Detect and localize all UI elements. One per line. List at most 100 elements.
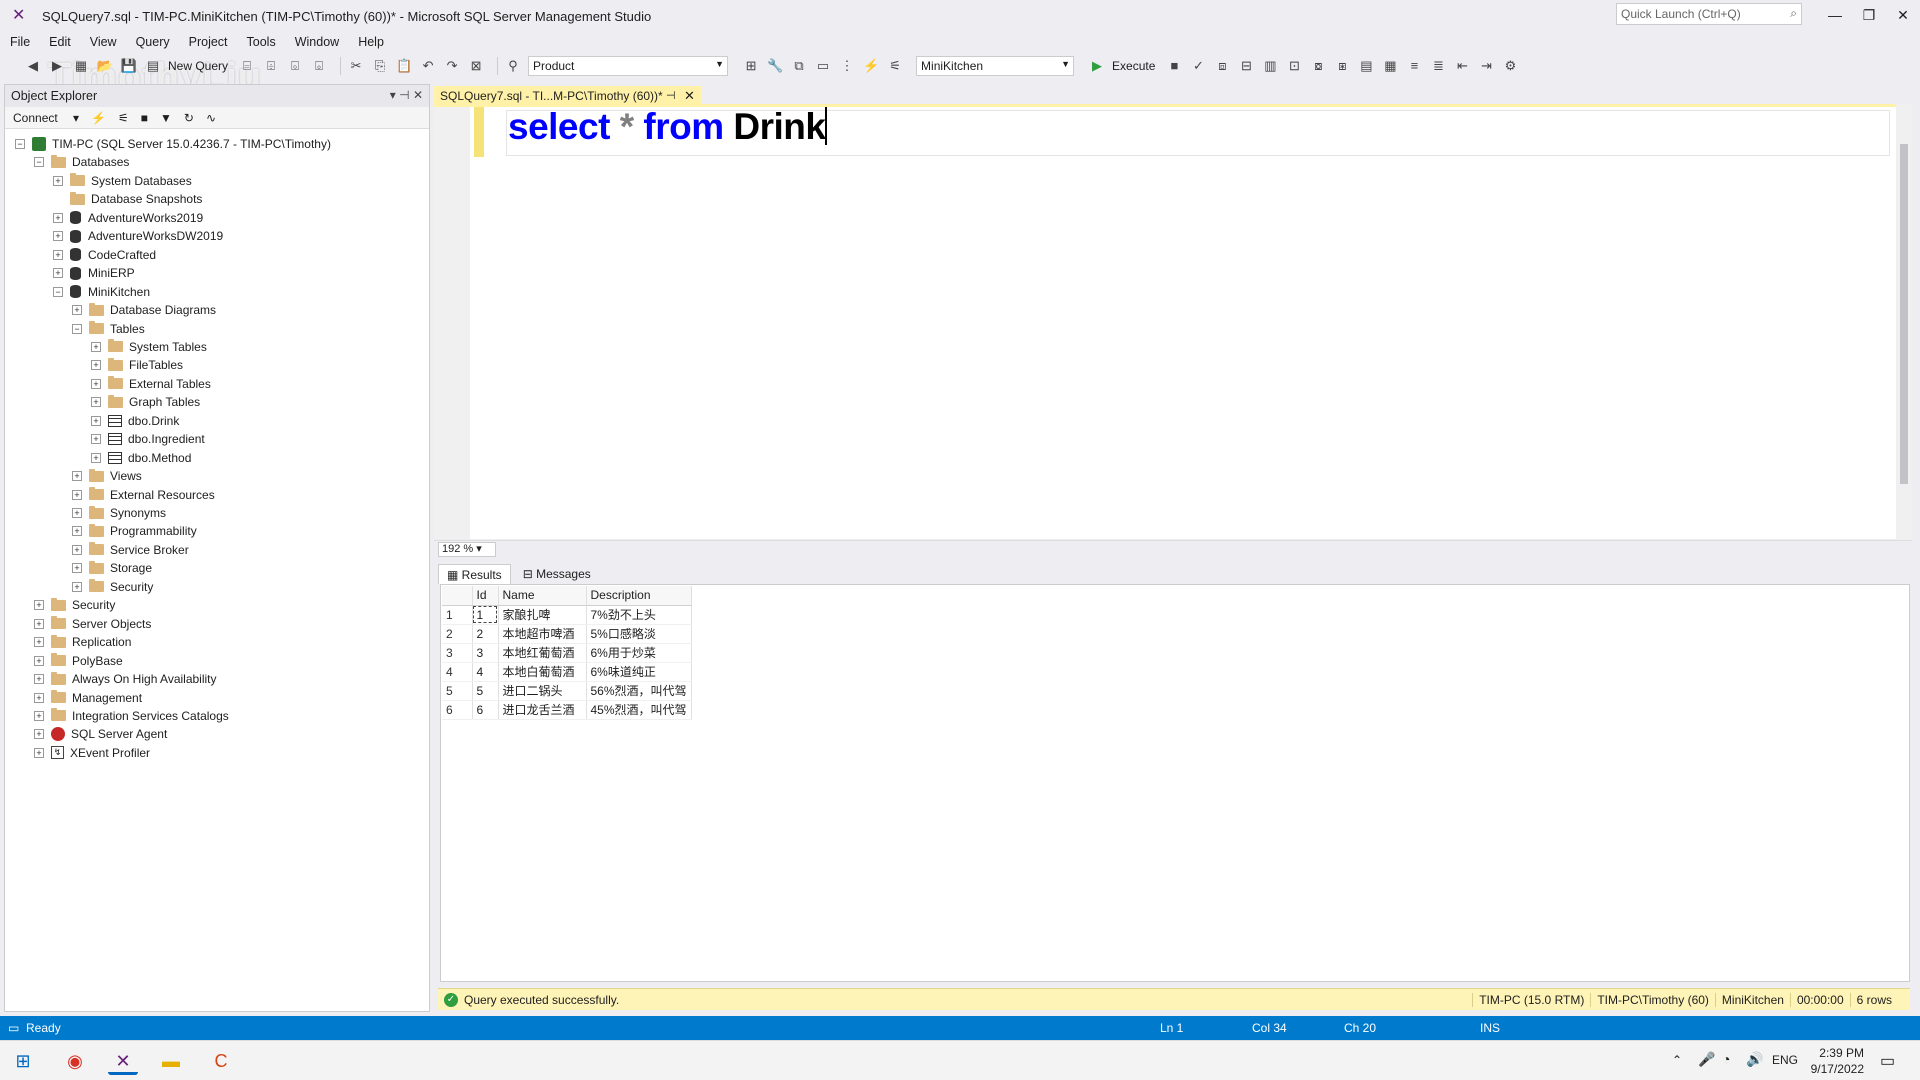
tree-node[interactable]: + Synonyms — [72, 504, 166, 522]
expand-icon[interactable]: + — [53, 268, 63, 279]
activity-monitor-icon[interactable]: ⊠ — [467, 57, 485, 75]
expand-icon[interactable]: + — [72, 544, 82, 555]
column-header[interactable]: Id — [472, 586, 499, 606]
tree-node[interactable]: − TIM-PC (SQL Server 15.0.4236.7 - TIM-PC… — [15, 135, 331, 153]
results-to-grid-icon[interactable]: ▥ — [1261, 57, 1279, 75]
grid-cell[interactable]: 3 — [472, 643, 499, 663]
tab-messages[interactable]: ⊟ Messages — [515, 564, 599, 584]
toolbox-icon[interactable]: ⧉ — [790, 57, 808, 75]
table-row[interactable]: 1 1 家酿扎啤 7%劲不上头 — [442, 605, 692, 625]
grid-cell[interactable]: 56%烈酒，叫代驾 — [586, 681, 692, 701]
tree-node[interactable]: + Storage — [72, 559, 152, 577]
dmx-icon[interactable]: ⌺ — [286, 57, 304, 75]
expand-icon[interactable]: + — [72, 471, 82, 482]
expand-icon[interactable]: + — [34, 600, 44, 611]
paste-icon[interactable]: 📋 — [395, 57, 413, 75]
chrome-icon[interactable]: ◉ — [60, 1047, 90, 1075]
tree-node[interactable]: + Views — [72, 467, 142, 485]
cut-icon[interactable]: ✂ — [347, 57, 365, 75]
forward-icon[interactable]: ▶ — [48, 57, 66, 75]
tree-node[interactable]: + System Tables — [91, 338, 207, 356]
decrease-indent-icon[interactable]: ⇤ — [1453, 57, 1471, 75]
menu-edit[interactable]: Edit — [49, 35, 71, 49]
language-indicator[interactable]: ENG — [1772, 1053, 1798, 1067]
expand-icon[interactable]: + — [91, 434, 101, 445]
table-row[interactable]: 4 4 本地白葡萄酒 6%味道纯正 — [442, 662, 692, 682]
tree-node[interactable]: + Integration Services Catalogs — [34, 707, 229, 725]
expand-icon[interactable]: + — [72, 563, 82, 574]
grid-cell[interactable]: 6 — [472, 700, 499, 720]
stop-icon[interactable]: ■ — [141, 111, 148, 125]
expand-icon[interactable]: + — [34, 710, 44, 721]
tree-node[interactable]: + dbo.Method — [91, 449, 191, 467]
database-combo[interactable]: MiniKitchen ▼ — [916, 55, 1075, 76]
window-layout-icon[interactable]: ▭ — [814, 57, 832, 75]
grid-cell[interactable]: 进口龙舌兰酒 — [498, 700, 587, 720]
refresh-icon[interactable]: ↻ — [184, 111, 194, 125]
disconnect-icon[interactable]: ⚟ — [886, 57, 904, 75]
activity-icon[interactable]: ∿ — [206, 111, 216, 125]
expand-icon[interactable]: + — [91, 341, 101, 352]
tree-node[interactable]: + ↯ XEvent Profiler — [34, 744, 150, 762]
microphone-icon[interactable]: 🎤 — [1698, 1051, 1715, 1068]
tree-node[interactable]: + AdventureWorksDW2019 — [53, 227, 223, 245]
menu-project[interactable]: Project — [189, 35, 228, 49]
query-editor[interactable] — [434, 107, 1896, 539]
tree-node[interactable]: + Programmability — [72, 522, 197, 540]
results-to-file-icon[interactable]: ▦ — [1381, 57, 1399, 75]
menu-view[interactable]: View — [90, 35, 117, 49]
tree-node[interactable]: + Server Objects — [34, 615, 151, 633]
grid-cell[interactable]: 本地白葡萄酒 — [498, 662, 587, 682]
options-icon[interactable]: ⋮ — [838, 57, 856, 75]
uncomment-icon[interactable]: ≣ — [1429, 57, 1447, 75]
query-designer-icon[interactable]: ⊟ — [1237, 57, 1255, 75]
tree-node[interactable]: + FileTables — [91, 356, 183, 374]
tree-node[interactable]: Database Snapshots — [53, 190, 202, 208]
tree-node[interactable]: − Tables — [72, 320, 145, 338]
execute-icon[interactable]: ▶ — [1088, 57, 1106, 75]
tree-node[interactable]: + External Resources — [72, 486, 215, 504]
menu-query[interactable]: Query — [136, 35, 170, 49]
expand-icon[interactable]: + — [72, 489, 82, 500]
pin-tab-icon[interactable]: ⊣ — [666, 89, 676, 102]
expand-icon[interactable]: + — [34, 637, 44, 648]
tree-node[interactable]: + Graph Tables — [91, 393, 200, 411]
results-grid[interactable]: Id Name Description 1 1 家酿扎啤 7%劲不上头 2 2 本地超市啤酒… — [442, 586, 692, 720]
parse-checkmark-icon[interactable]: ✓ — [1189, 57, 1207, 75]
collapse-icon[interactable]: − — [15, 139, 25, 149]
connect-icon[interactable]: ⚡ — [862, 57, 880, 75]
open-file-icon[interactable]: 📂 — [96, 57, 114, 75]
connect-dropdown[interactable]: Connect ▾ — [13, 111, 79, 125]
expand-icon[interactable]: + — [34, 747, 44, 758]
disconnect-plug-icon[interactable]: ⚟ — [118, 111, 129, 125]
menu-window[interactable]: Window — [295, 35, 339, 49]
grid-cell[interactable]: 进口二锅头 — [498, 681, 587, 701]
find-icon[interactable]: ⚲ — [504, 57, 522, 75]
tree-node[interactable]: − Databases — [34, 153, 129, 171]
tray-chevron-icon[interactable]: ⌃ — [1672, 1053, 1682, 1067]
specify-values-icon[interactable]: ⚙ — [1501, 57, 1519, 75]
expand-icon[interactable]: + — [72, 581, 82, 592]
client-stats-icon[interactable]: ⧆ — [1333, 57, 1351, 75]
expand-icon[interactable]: + — [34, 729, 44, 740]
table-row[interactable]: 3 3 本地红葡萄酒 6%用于炒菜 — [442, 643, 692, 663]
wrench-icon[interactable]: 🔧 — [766, 57, 784, 75]
tree-node[interactable]: + Database Diagrams — [72, 301, 216, 319]
restore-button[interactable]: ❐ — [1852, 4, 1886, 26]
expand-icon[interactable]: + — [91, 378, 101, 389]
grid-cell[interactable]: 家酿扎啤 — [498, 605, 587, 625]
expand-icon[interactable]: + — [34, 674, 44, 685]
editor-scrollbar[interactable] — [1896, 104, 1912, 540]
increase-indent-icon[interactable]: ⇥ — [1477, 57, 1495, 75]
redo-icon[interactable]: ↷ — [443, 57, 461, 75]
tree-node[interactable]: + External Tables — [91, 375, 211, 393]
expand-icon[interactable]: + — [53, 175, 63, 186]
grid-cell[interactable]: 5%口感略淡 — [586, 624, 692, 644]
properties-icon[interactable]: ⊞ — [742, 57, 760, 75]
new-query-button[interactable]: New Query — [168, 59, 228, 73]
expand-icon[interactable]: + — [34, 692, 44, 703]
tree-node[interactable]: + Replication — [34, 633, 131, 651]
grid-cell[interactable]: 45%烈酒，叫代驾 — [586, 700, 692, 720]
clock[interactable]: 2:39 PM 9/17/2022 — [1811, 1045, 1864, 1077]
new-project-icon[interactable]: ▦ — [72, 57, 90, 75]
